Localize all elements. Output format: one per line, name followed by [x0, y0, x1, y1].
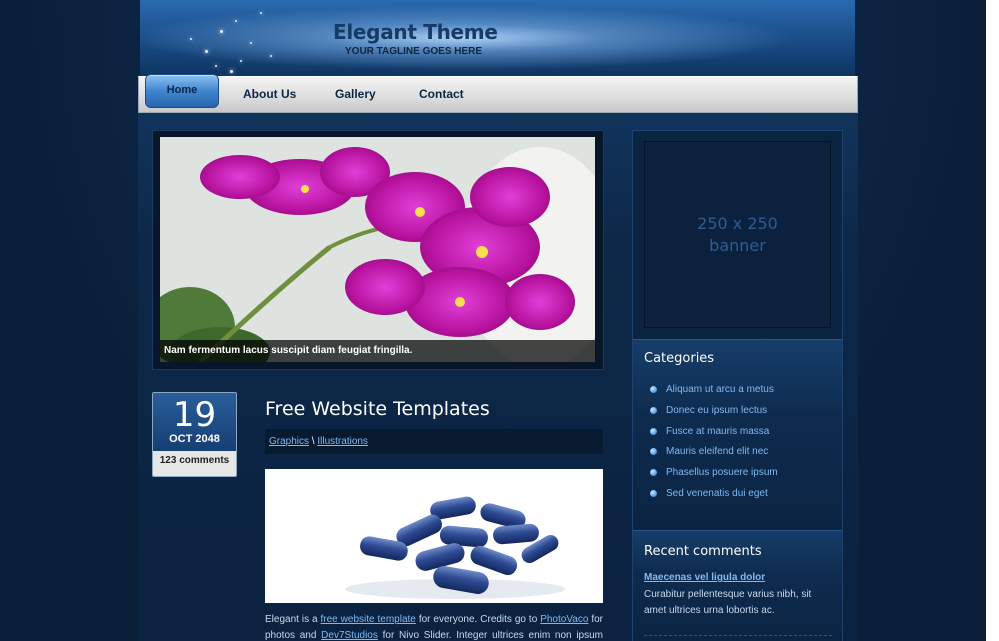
orchid-illustration [160, 137, 595, 362]
nav-item-about-us[interactable]: About Us [243, 77, 296, 112]
category-item[interactable]: Fusce at mauris massa [650, 425, 769, 439]
bullet-icon [650, 448, 657, 455]
photovaco-link[interactable]: PhotoVaco [540, 614, 588, 625]
recent-comments-heading: Recent comments [644, 544, 762, 559]
category-link-graphics[interactable]: Graphics [269, 436, 309, 447]
comment-excerpt: Curabitur pellentesque varius nibh, sit … [644, 589, 812, 616]
main-nav-bar: Home About Us Gallery Contact [138, 74, 858, 113]
category-item[interactable]: Phasellus posuere ipsum [650, 466, 778, 480]
site-tagline: YOUR TAGLINE GOES HERE [345, 46, 483, 57]
free-website-template-link[interactable]: free website template [321, 614, 416, 625]
category-separator: \ [311, 436, 315, 447]
bullet-icon [650, 428, 657, 435]
banner-label: banner [709, 235, 766, 255]
nav-item-contact[interactable]: Contact [419, 77, 464, 112]
post-comments-count[interactable]: 123 comments [153, 455, 236, 466]
bullet-icon [650, 490, 657, 497]
banner-size-label: 250 x 250 [697, 213, 778, 233]
post-title[interactable]: Free Website Templates [265, 398, 490, 420]
post-image-capsules[interactable] [265, 469, 603, 603]
post-date-month: OCT 2048 [169, 433, 220, 445]
post-text-segment: for everyone. Credits go to [418, 614, 538, 625]
category-item[interactable]: Donec eu ipsum lectus [650, 404, 767, 418]
nav-item-home[interactable]: Home [145, 74, 219, 108]
category-label: Aliquam ut arcu a metus [666, 384, 774, 395]
category-label: Phasellus posuere ipsum [666, 467, 778, 478]
categories-widget: Categories Aliquam ut arcu a metus Donec… [633, 339, 842, 529]
window-edge [986, 0, 999, 641]
category-item[interactable]: Sed venenatis dui eget [650, 487, 768, 501]
nav-item-gallery[interactable]: Gallery [335, 77, 376, 112]
category-item[interactable]: Mauris eleifend elit nec [650, 445, 768, 459]
banner-placeholder[interactable]: 250 x 250 banner [644, 141, 831, 328]
category-label: Donec eu ipsum lectus [666, 405, 768, 416]
category-label: Sed venenatis dui eget [666, 488, 768, 499]
bullet-icon [650, 407, 657, 414]
post-text-segment: for Nivo Slider. Integer ultrices enim n… [382, 630, 603, 641]
category-label: Mauris eleifend elit nec [666, 446, 769, 457]
comment-title-link[interactable]: Maecenas vel ligula dolor [644, 572, 765, 583]
site-logo-title[interactable]: Elegant Theme [333, 20, 498, 44]
post-excerpt: Elegant is a free website template for e… [265, 612, 603, 641]
bullet-icon [650, 386, 657, 393]
post-date-day: 19 [172, 395, 217, 435]
category-label: Fusce at mauris massa [666, 426, 770, 437]
post-date-box: 19 OCT 2048 123 comments [152, 392, 237, 477]
category-item[interactable]: Aliquam ut arcu a metus [650, 383, 774, 397]
post-text-segment: Elegant is a [265, 614, 318, 625]
dev7studios-link[interactable]: Dev7Studios [321, 630, 378, 641]
categories-heading: Categories [644, 351, 715, 366]
slider-caption: Nam fermentum lacus suscipit diam feugia… [160, 340, 595, 362]
capsules-illustration [265, 469, 603, 603]
category-link-illustrations[interactable]: Illustrations [317, 436, 368, 447]
recent-comments-widget: Recent comments Maecenas vel ligula dolo… [633, 530, 842, 641]
comment-divider [644, 635, 832, 636]
post-categories-bar: Graphics \ Illustrations [265, 429, 603, 454]
bullet-icon [650, 469, 657, 476]
slider-image-orchid[interactable] [160, 137, 595, 362]
